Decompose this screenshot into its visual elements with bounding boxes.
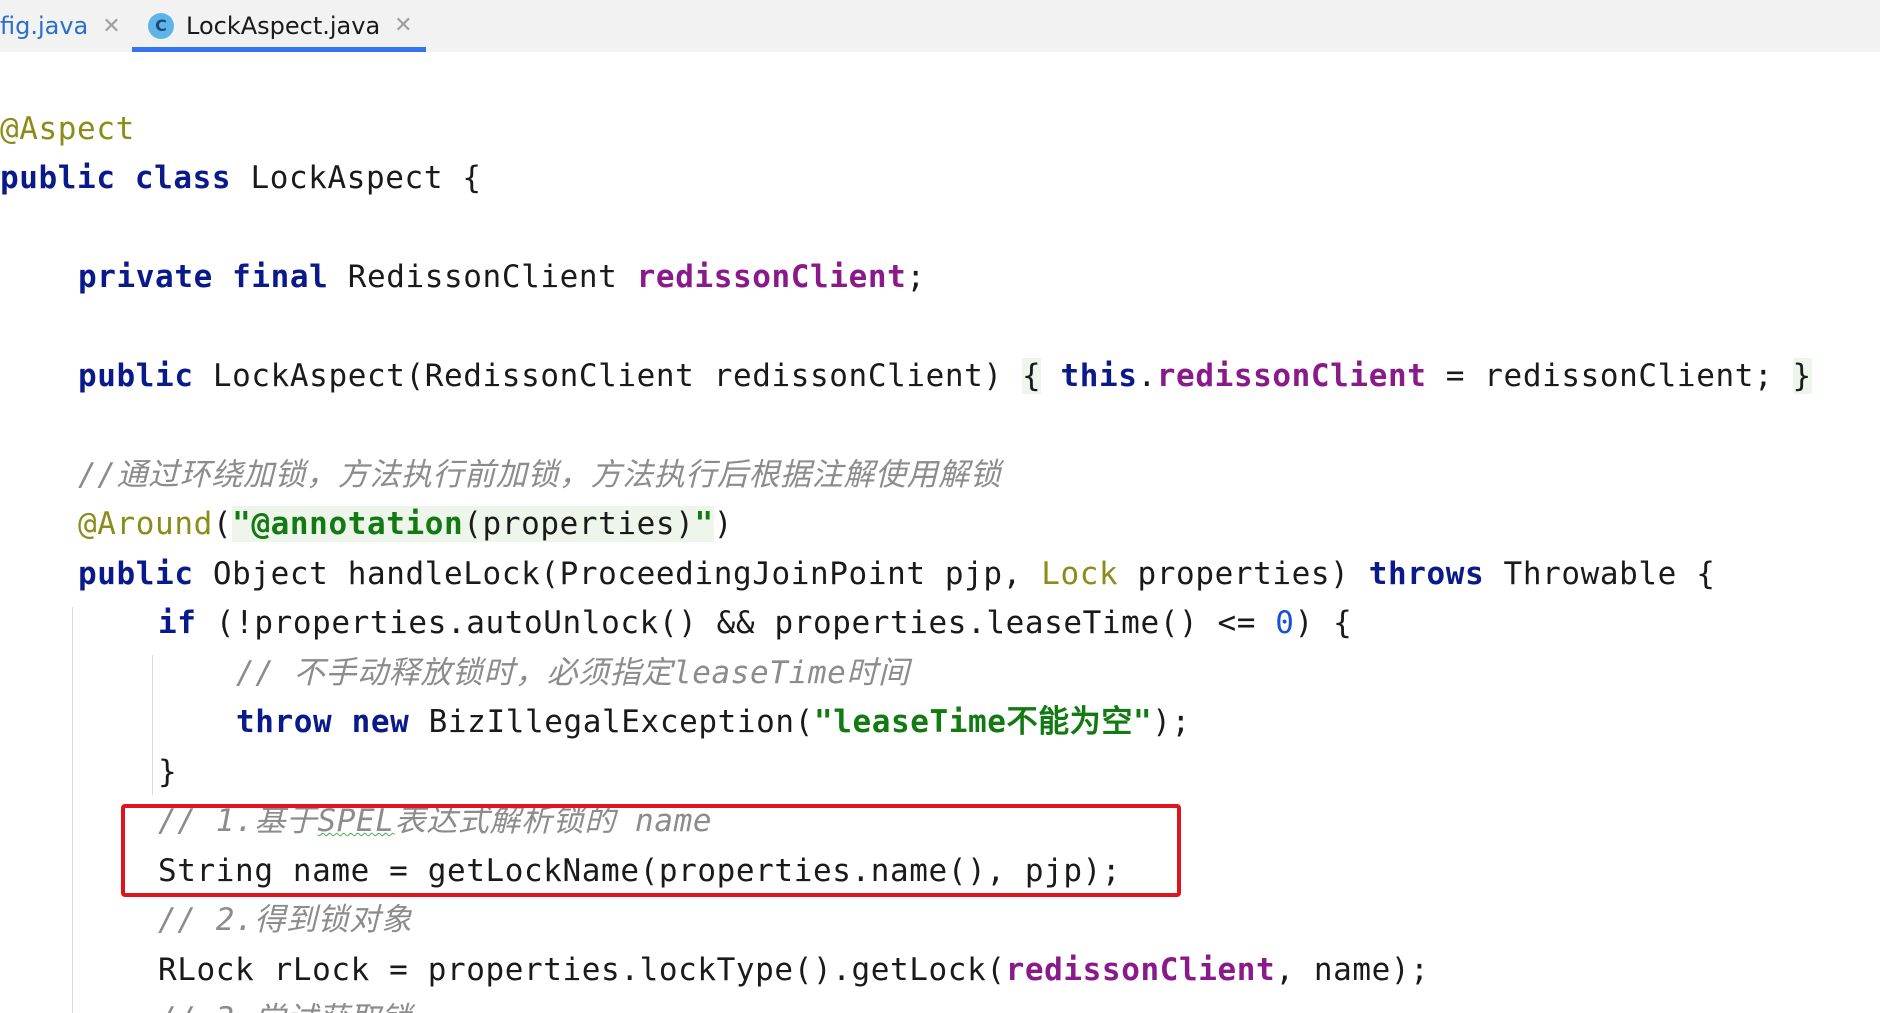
- tab-config-java[interactable]: fig.java ✕: [0, 0, 122, 52]
- indent-guide: [152, 655, 153, 795]
- code-line: throw new BizIllegalException("leaseTime…: [236, 704, 1191, 740]
- close-icon[interactable]: ✕: [102, 14, 120, 39]
- code-comment: // 2.得到锁对象: [158, 902, 413, 938]
- fold-marker: {: [1021, 358, 1042, 394]
- code-line: public LockAspect(RedissonClient redisso…: [78, 358, 1812, 394]
- code-comment: // 不手动释放锁时，必须指定leaseTime时间: [236, 655, 910, 691]
- code-comment: // 3.尝试获取锁: [158, 997, 412, 1013]
- code-line: RLock rLock = properties.lockType().getL…: [158, 952, 1430, 988]
- code-line: public class LockAspect {: [0, 160, 482, 196]
- code-line: private final RedissonClient redissonCli…: [78, 259, 926, 295]
- java-class-icon: C: [148, 12, 174, 39]
- close-icon[interactable]: ✕: [394, 13, 412, 38]
- code-line: if (!properties.autoUnlock() && properti…: [158, 605, 1353, 641]
- code-line: @Aspect: [0, 111, 135, 147]
- fold-marker: }: [1792, 358, 1812, 394]
- tab-label: LockAspect.java: [186, 11, 381, 40]
- code-line: }: [158, 754, 178, 790]
- code-line: public Object handleLock(ProceedingJoinP…: [78, 556, 1716, 592]
- editor-tab-bar: fig.java ✕ C LockAspect.java ✕: [0, 0, 1880, 53]
- code-line: @Around("@annotation(properties)"): [78, 506, 733, 542]
- red-highlight-box: [121, 804, 1181, 897]
- tab-lockaspect-java[interactable]: C LockAspect.java ✕: [132, 0, 426, 52]
- code-editor[interactable]: @Aspect public class LockAspect { privat…: [0, 52, 1880, 1013]
- indent-guide: [72, 607, 73, 1013]
- tab-label: fig.java: [0, 12, 89, 40]
- code-comment: //通过环绕加锁，方法执行前加锁，方法执行后根据注解使用解锁: [78, 457, 1002, 493]
